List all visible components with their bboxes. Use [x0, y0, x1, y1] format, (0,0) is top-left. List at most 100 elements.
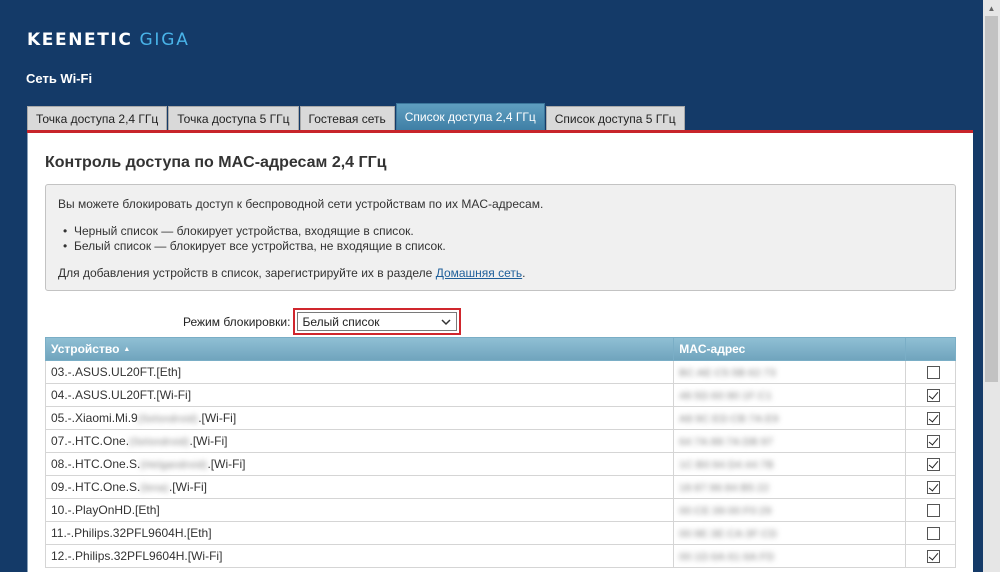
mac-address: 18:87:96:84:B5:22 — [679, 483, 770, 494]
select-cell — [905, 475, 956, 499]
device-name: 03.-.ASUS.UL20FT.[Eth] — [51, 365, 182, 379]
device-checkbox[interactable] — [927, 458, 940, 472]
device-name-cell: 08.-.HTC.One.S.(Helgandroid).[Wi-Fi] — [44, 452, 675, 476]
device-name-blurred: (Helgandroid) — [140, 460, 208, 471]
select-cell — [905, 383, 956, 407]
tab-access-list-5ghz[interactable]: Список доступа 5 ГГц — [545, 106, 685, 130]
table-row: 05.-.Xiaomi.Mi.9(Selondroid).[Wi-Fi] A8:9… — [44, 406, 956, 430]
logo-brand: KEENETIC — [27, 30, 133, 50]
info-register-end: . — [522, 266, 526, 280]
device-name-cell: 07.-.HTC.One.(Selondroid).[Wi-Fi] — [44, 429, 675, 453]
sort-asc-icon: ▲ — [123, 346, 131, 354]
select-cell — [905, 360, 956, 384]
device-name-cell: 09.-.HTC.One.S.(lena).[Wi-Fi] — [44, 475, 675, 499]
blocking-mode-value: Белый список — [302, 314, 380, 329]
keenetic-logo: KEENETIC GIGA — [27, 30, 190, 50]
mac-address-cell: 48:5D:60:90:1F:C1 — [673, 383, 907, 407]
tab-bar: Точка доступа 2,4 ГГц Точка доступа 5 ГГ… — [27, 103, 686, 130]
devices-table: Устройство ▲ MAC-адрес 03.-.ASUS.UL20FT.[… — [44, 337, 956, 568]
table-row: 08.-.HTC.One.S.(Helgandroid).[Wi-Fi] 1C:B… — [44, 452, 956, 476]
page-title: Сеть Wi-Fi — [26, 71, 93, 86]
mac-address-cell: A8:9C:ED:CB:7A:E9 — [673, 406, 907, 430]
mac-address: BC:AE:C5:5B:62:73 — [679, 368, 777, 379]
mac-address-cell: 18:87:96:84:B5:22 — [673, 475, 907, 499]
select-cell — [905, 498, 956, 522]
scrollbar-thumb[interactable] — [985, 16, 998, 382]
select-cell — [905, 544, 956, 568]
scroll-up-icon[interactable]: ▲ — [983, 0, 1000, 16]
device-checkbox[interactable] — [927, 504, 940, 518]
table-row: 11.-.Philips.32PFL9604H.[Eth] 00:9E:3E:CA… — [44, 521, 956, 545]
column-header-mac[interactable]: MAC-адрес — [673, 337, 907, 361]
mac-address: 00:CE:39:00:F0:29 — [679, 506, 772, 517]
device-name-suffix: .[Wi-Fi] — [168, 480, 207, 494]
info-register-text: Для добавления устройств в список, зарег… — [58, 266, 433, 280]
device-checkbox[interactable] — [927, 389, 940, 403]
column-header-device[interactable]: Устройство ▲ — [44, 337, 675, 361]
device-name-cell: 10.-.PlayOnHD.[Eth] — [44, 498, 675, 522]
column-header-device-label: Устройство — [51, 342, 120, 356]
blocking-mode-label: Режим блокировки: — [183, 314, 291, 329]
mac-address: 00:9E:3E:CA:3F:CD — [679, 529, 778, 540]
device-name-blurred: (Selondroid) — [137, 414, 199, 425]
device-checkbox[interactable] — [927, 481, 940, 495]
device-name-suffix: .[Wi-Fi] — [189, 434, 228, 448]
device-name: 05.-.Xiaomi.Mi.9 — [51, 411, 138, 425]
mac-address: A8:9C:ED:CB:7A:E9 — [679, 414, 779, 425]
mac-address: 00:1D:6A:61:6A:FD — [679, 552, 775, 563]
device-name-blurred: (Selondroid) — [129, 437, 190, 448]
tab-guest-network[interactable]: Гостевая сеть — [299, 106, 395, 130]
device-name-cell: 03.-.ASUS.UL20FT.[Eth] — [44, 360, 675, 384]
tab-access-list-2-4ghz[interactable]: Список доступа 2,4 ГГц — [395, 103, 545, 130]
select-cell — [905, 521, 956, 545]
blocking-mode-select[interactable]: Белый список — [297, 312, 458, 331]
device-name-suffix: .[Wi-Fi] — [198, 411, 237, 425]
mac-address-cell: 00:1D:6A:61:6A:FD — [673, 544, 907, 568]
table-row: 03.-.ASUS.UL20FT.[Eth] BC:AE:C5:5B:62:73 — [44, 360, 956, 384]
column-header-select — [905, 337, 956, 361]
panel-title: Контроль доступа по MAC-адресам 2,4 ГГц — [45, 154, 387, 171]
device-name-blurred: (lena) — [140, 483, 169, 494]
table-row: 07.-.HTC.One.(Selondroid).[Wi-Fi] 64:7A:8… — [44, 429, 956, 453]
select-cell — [905, 452, 956, 476]
device-name: 08.-.HTC.One.S. — [51, 457, 141, 471]
device-name: 07.-.HTC.One. — [51, 434, 130, 448]
tab-ap-5ghz[interactable]: Точка доступа 5 ГГц — [168, 106, 299, 130]
device-name-cell: 12.-.Philips.32PFL9604H.[Wi-Fi] — [44, 544, 675, 568]
info-intro: Вы можете блокировать доступ к беспровод… — [58, 197, 544, 211]
mac-address-cell: 00:9E:3E:CA:3F:CD — [673, 521, 907, 545]
info-box: Вы можете блокировать доступ к беспровод… — [45, 184, 956, 291]
logo-model: GIGA — [139, 30, 190, 50]
chevron-down-icon — [441, 318, 451, 325]
home-network-link[interactable]: Домашняя сеть — [436, 266, 522, 280]
device-name: 10.-.PlayOnHD.[Eth] — [51, 503, 160, 517]
tab-ap-2-4ghz[interactable]: Точка доступа 2,4 ГГц — [27, 106, 168, 130]
device-name-cell: 11.-.Philips.32PFL9604H.[Eth] — [44, 521, 675, 545]
device-name-suffix: .[Wi-Fi] — [207, 457, 246, 471]
device-name: 11.-.Philips.32PFL9604H.[Eth] — [51, 526, 212, 540]
device-checkbox[interactable] — [927, 435, 940, 449]
mac-address-cell: 00:CE:39:00:F0:29 — [673, 498, 907, 522]
table-row: 09.-.HTC.One.S.(lena).[Wi-Fi] 18:87:96:84… — [44, 475, 956, 499]
select-cell — [905, 406, 956, 430]
mac-address: 64:7A:88:7A:DB:97 — [679, 437, 774, 448]
table-row: 10.-.PlayOnHD.[Eth] 00:CE:39:00:F0:29 — [44, 498, 956, 522]
info-register: Для добавления устройств в список, зарег… — [58, 266, 943, 281]
device-checkbox[interactable] — [927, 366, 940, 380]
blocking-mode-highlight: Белый список — [293, 308, 462, 335]
mac-address: 1C:B0:94:D4:44:7B — [679, 460, 774, 471]
info-list: Черный список — блокирует устройства, вх… — [63, 224, 943, 254]
blocking-mode-row: Режим блокировки: Белый список — [183, 308, 462, 335]
mac-address-cell: 64:7A:88:7A:DB:97 — [673, 429, 907, 453]
device-checkbox[interactable] — [927, 550, 940, 564]
info-bullet-black: Черный список — блокирует устройства, вх… — [63, 224, 943, 239]
page-scrollbar[interactable]: ▲ — [983, 0, 1000, 572]
device-checkbox[interactable] — [927, 412, 940, 426]
mac-address-cell: 1C:B0:94:D4:44:7B — [673, 452, 907, 476]
device-checkbox[interactable] — [927, 527, 940, 541]
mac-address: 48:5D:60:90:1F:C1 — [679, 391, 773, 402]
select-cell — [905, 429, 956, 453]
table-row: 12.-.Philips.32PFL9604H.[Wi-Fi] 00:1D:6A:… — [44, 544, 956, 568]
info-bullet-white: Белый список — блокирует все устройства,… — [63, 239, 943, 254]
content-panel: Контроль доступа по MAC-адресам 2,4 ГГц … — [27, 133, 973, 572]
